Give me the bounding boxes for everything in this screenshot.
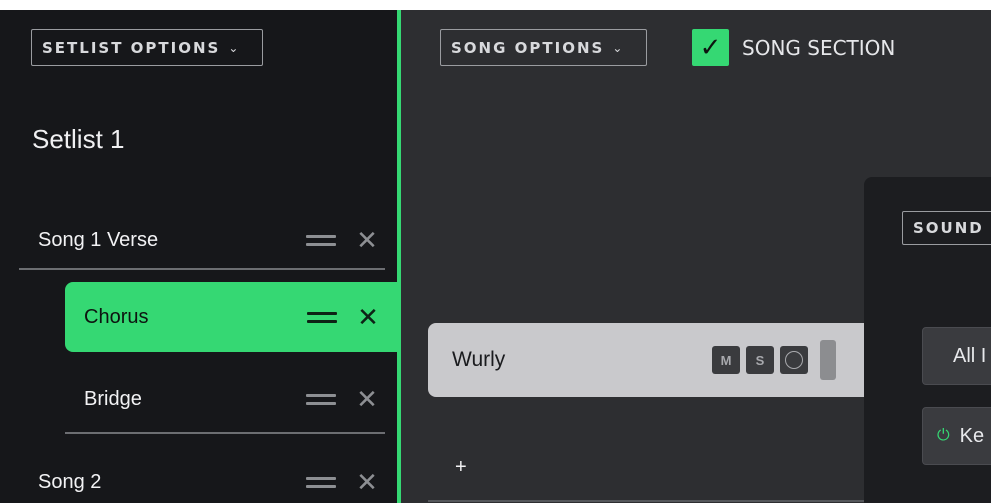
- preset-button-all[interactable]: All I: [922, 327, 991, 385]
- close-icon[interactable]: ✕: [356, 227, 378, 253]
- chevron-down-icon: ⌄: [612, 40, 623, 55]
- level-meter: [820, 340, 836, 380]
- preset-label: All I: [953, 344, 987, 367]
- song-options-button[interactable]: SONG OPTIONS ⌄: [440, 29, 647, 66]
- chevron-down-icon: ⌄: [228, 40, 239, 55]
- panel-divider: [397, 10, 401, 503]
- setlist-item-label: Chorus: [84, 305, 149, 328]
- setlist-item-song-2[interactable]: Song 2 ✕: [38, 460, 378, 503]
- setlist-panel: SETLIST OPTIONS ⌄ Setlist 1 Song 1 Verse…: [0, 10, 397, 503]
- mute-button[interactable]: M: [712, 346, 740, 374]
- setlist-item-label: Song 1 Verse: [38, 228, 159, 251]
- drag-handle-icon[interactable]: [306, 475, 336, 489]
- sound-options-label: SOUND: [913, 219, 984, 237]
- add-track-button[interactable]: +: [455, 456, 467, 479]
- song-options-label: SONG OPTIONS: [451, 38, 605, 57]
- setlist-item-song-1-verse[interactable]: Song 1 Verse ✕: [38, 218, 378, 262]
- midi-button[interactable]: [780, 346, 808, 374]
- preset-label: Ke: [959, 424, 985, 447]
- setlist-item-chorus[interactable]: Chorus ✕: [65, 282, 397, 352]
- setlist-item-label: Bridge: [84, 387, 142, 410]
- midi-port-icon: [785, 351, 803, 369]
- sound-options-button[interactable]: SOUND: [902, 211, 991, 245]
- close-icon[interactable]: ✕: [356, 386, 378, 412]
- track-name: Wurly: [452, 348, 506, 371]
- setlist-title: Setlist 1: [32, 124, 125, 154]
- divider: [19, 268, 385, 270]
- drag-handle-icon[interactable]: [306, 392, 336, 406]
- drag-handle-icon[interactable]: [306, 233, 336, 247]
- setlist-item-label: Song 2: [38, 470, 102, 493]
- song-section-label: SONG SECTION: [742, 36, 896, 60]
- close-icon[interactable]: ✕: [356, 469, 378, 495]
- setlist-options-button[interactable]: SETLIST OPTIONS ⌄: [31, 29, 263, 66]
- divider: [65, 432, 385, 434]
- setlist-item-bridge[interactable]: Bridge ✕: [84, 377, 378, 421]
- song-section-checkbox[interactable]: ✓: [692, 29, 729, 66]
- preset-button-ke[interactable]: ⏻ Ke: [922, 407, 991, 465]
- drag-handle-icon[interactable]: [307, 310, 337, 324]
- checkmark-icon: ✓: [699, 32, 722, 63]
- setlist-options-label: SETLIST OPTIONS: [42, 38, 221, 57]
- power-icon: ⏻: [937, 427, 950, 444]
- solo-button[interactable]: S: [746, 346, 774, 374]
- close-icon[interactable]: ✕: [357, 304, 379, 330]
- track-row-wurly[interactable]: Wurly M S: [428, 323, 878, 397]
- divider: [428, 500, 878, 502]
- app-window: SETLIST OPTIONS ⌄ Setlist 1 Song 1 Verse…: [0, 10, 991, 503]
